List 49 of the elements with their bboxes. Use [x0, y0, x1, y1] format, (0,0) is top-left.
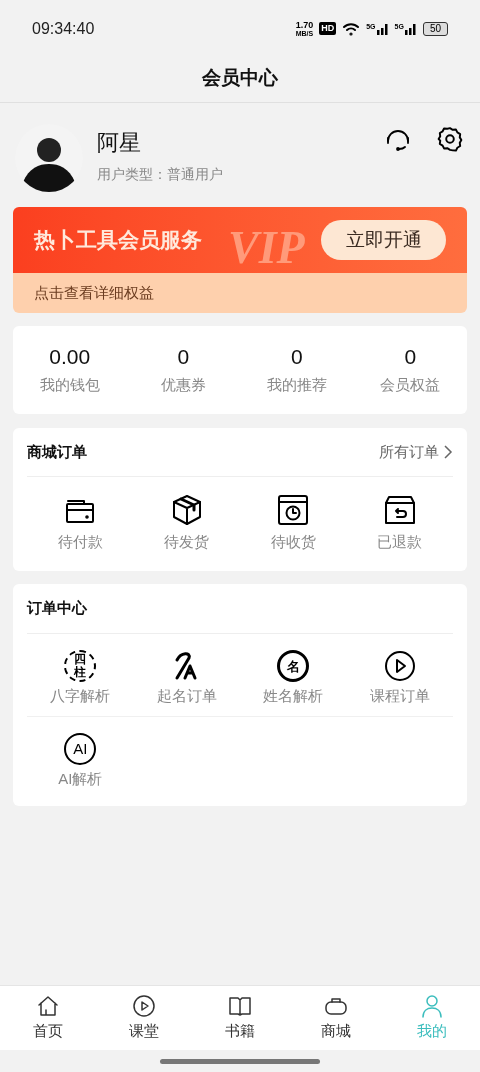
refresh-name-icon: 名	[277, 650, 310, 682]
person-icon	[420, 993, 444, 1018]
order-status-label[interactable]: 已退款	[377, 531, 423, 554]
vip-title: 热卜工具会员服务	[34, 227, 202, 254]
order-type-label[interactable]: AI解析	[58, 767, 103, 790]
stat-value: 0	[290, 343, 303, 370]
page-title: 会员中心	[202, 66, 278, 91]
stat-value: 0	[404, 343, 417, 370]
order-status-label[interactable]: 待发货	[164, 531, 210, 554]
stat-label[interactable]: 会员权益	[380, 373, 441, 397]
benefits-link[interactable]: 点击查看详细权益	[34, 281, 154, 305]
stat-label[interactable]: 优惠券	[160, 373, 206, 397]
order-type-label[interactable]: 课程订单	[369, 685, 430, 708]
clock-box-icon	[276, 493, 311, 527]
all-orders-link[interactable]: 所有订单	[379, 440, 439, 464]
nav-tab[interactable]: 我的	[384, 986, 480, 1050]
order-type-label[interactable]: 姓名解析	[263, 685, 324, 708]
nav-tab[interactable]: 首页	[0, 986, 96, 1050]
home-icon	[36, 993, 60, 1018]
user-name: 阿星	[97, 129, 142, 157]
return-box-icon	[382, 493, 417, 527]
nav-tab[interactable]: 书籍	[192, 986, 288, 1050]
status-time: 09:34:40	[32, 18, 95, 39]
hd-badge: HD	[319, 22, 337, 35]
order-status-label[interactable]: 待付款	[57, 531, 103, 554]
user-type: 用户类型：普通用户	[97, 165, 223, 184]
stat-value: 0.00	[49, 343, 91, 370]
section-title: 订单中心	[27, 598, 87, 619]
stat-label[interactable]: 我的钱包	[39, 373, 100, 397]
vip-watermark: VIP	[228, 221, 305, 275]
signal-icon	[404, 22, 417, 35]
battery-indicator: 50	[422, 21, 448, 36]
section-title: 商城订单	[27, 441, 87, 462]
wifi-icon	[342, 21, 361, 36]
four-pillars-icon: 四柱	[64, 650, 97, 682]
nav-tab[interactable]: 课堂	[96, 986, 192, 1050]
settings-icon[interactable]	[437, 126, 463, 152]
order-type-label[interactable]: 八字解析	[50, 685, 111, 708]
order-status-label[interactable]: 待收货	[270, 531, 316, 554]
stat-label[interactable]: 我的推荐	[266, 373, 327, 397]
chevron-right-icon	[443, 445, 453, 459]
order-type-label[interactable]: 起名订单	[156, 685, 217, 708]
play-circle-icon	[132, 993, 156, 1018]
play-circle-icon	[383, 650, 416, 682]
network-speed: 1.70	[295, 20, 314, 30]
activate-button[interactable]: 立即开通	[321, 220, 446, 260]
stat-value: 0	[177, 343, 190, 370]
signal-icon	[376, 22, 389, 35]
nav-tab[interactable]: 商城	[288, 986, 384, 1050]
